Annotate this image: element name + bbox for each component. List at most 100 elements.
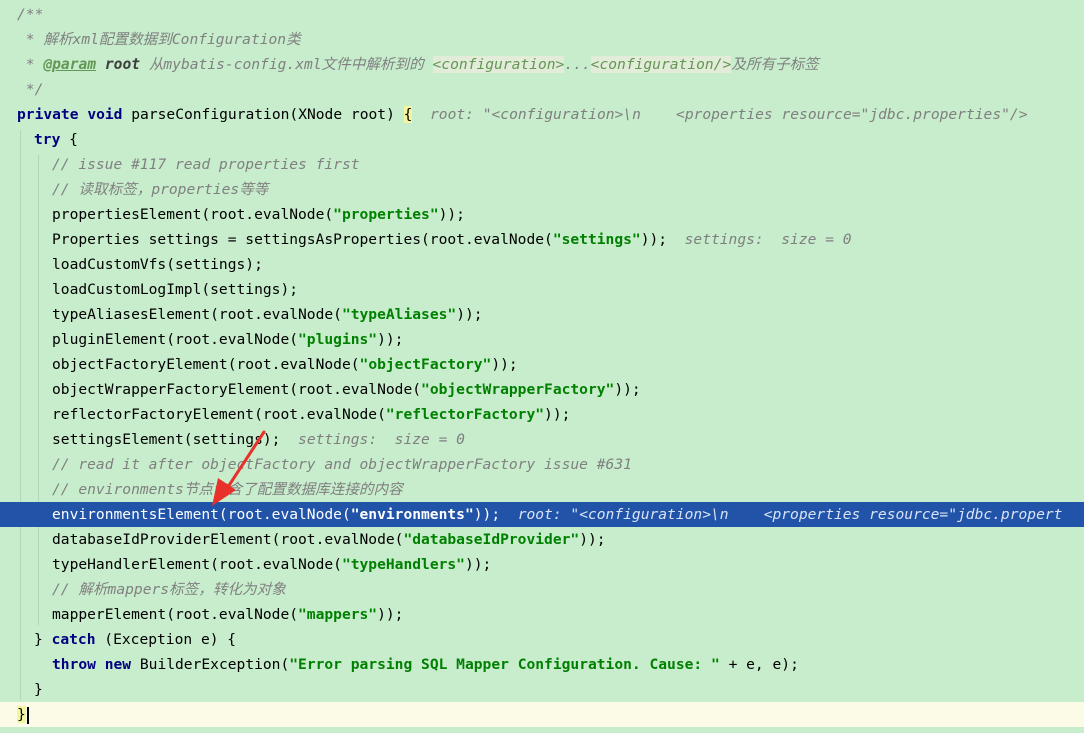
code-text: settingsElement(settings); [52,431,281,448]
code-line[interactable]: try { [0,127,1084,152]
code-editor[interactable]: /** * 解析xml配置数据到Configuration类 * @param … [0,0,1084,733]
code-text: Properties settings = settingsAsProperti… [52,231,553,248]
code-line[interactable]: /** [0,2,1084,27]
code-text: + e, e); [719,656,799,673]
code-line[interactable]: // read it after objectFactory and objec… [0,452,1084,477]
doc-tag-configuration-close: <configuration/> [590,56,732,73]
code-line[interactable]: databaseIdProviderElement(root.evalNode(… [0,527,1084,552]
code-text: } [34,681,43,698]
doc-param-text: 从mybatis-config.xml文件中解析到的 [140,56,433,73]
code-text: databaseIdProviderElement(root.evalNode( [52,531,404,548]
code-text: environmentsElement(root.evalNode( [52,506,351,523]
code-text: )); [377,606,404,623]
line-comment: // 解析mappers标签，转化为对象 [52,581,286,598]
code-line[interactable]: propertiesElement(root.evalNode("propert… [0,202,1084,227]
method-signature: parseConfiguration(XNode root) [131,106,404,123]
code-text: typeHandlerElement(root.evalNode( [52,556,342,573]
code-line[interactable]: settingsElement(settings); settings: siz… [0,427,1084,452]
code-text: )); [614,381,641,398]
code-line[interactable]: // environments节点包含了配置数据库连接的内容 [0,477,1084,502]
code-line[interactable]: * @param root 从mybatis-config.xml文件中解析到的… [0,52,1084,77]
code-text: )); [640,231,668,248]
code-text: )); [377,331,404,348]
code-line-method-signature[interactable]: private void parseConfiguration(XNode ro… [0,102,1084,127]
code-line[interactable]: } [0,677,1084,702]
keyword-throw: throw [52,656,96,673]
string-literal: "Error parsing SQL Mapper Configuration.… [289,656,720,673]
keyword-catch: catch [51,631,96,648]
code-line[interactable]: objectFactoryElement(root.evalNode("obje… [0,352,1084,377]
doc-comment-prefix: * [17,31,44,48]
keyword-private: private [17,106,79,123]
code-text: )); [438,206,465,223]
code-text: { [60,131,78,148]
code-text: loadCustomVfs(settings); [52,256,263,273]
string-literal: "typeAliases" [341,306,457,323]
doc-tag-configuration-open: <configuration> [432,56,565,73]
code-line[interactable]: // 读取标签，properties等等 [0,177,1084,202]
code-line[interactable]: } catch (Exception e) { [0,627,1084,652]
close-brace-highlight: } [17,706,26,723]
open-brace-highlight: { [403,106,413,123]
code-text: reflectorFactoryElement(root.evalNode( [52,406,386,423]
code-text: )); [473,506,501,523]
code-line[interactable]: pluginElement(root.evalNode("plugins")); [0,327,1084,352]
doc-ellipsis: ... [564,56,591,73]
doc-comment-prefix: * [17,56,44,73]
debug-inline-value-root: root: "<configuration>\n <properties res… [517,506,1063,523]
code-text: )); [544,406,571,423]
debug-inline-value-root: root: "<configuration>\n <properties res… [430,106,1028,123]
line-comment: // read it after objectFactory and objec… [52,456,632,473]
debug-inline-value-settings: settings: size = 0 [684,231,852,248]
code-text: (Exception e) { [95,631,237,648]
string-literal: "properties" [333,206,439,223]
code-line[interactable]: * 解析xml配置数据到Configuration类 [0,27,1084,52]
code-line[interactable]: typeAliasesElement(root.evalNode("typeAl… [0,302,1084,327]
string-literal: "environments" [350,506,474,523]
code-text: propertiesElement(root.evalNode( [52,206,334,223]
code-text: objectFactoryElement(root.evalNode( [52,356,360,373]
line-comment: // issue #117 read properties first [52,156,360,173]
code-text: pluginElement(root.evalNode( [52,331,299,348]
code-line[interactable]: throw new BuilderException("Error parsin… [0,652,1084,677]
code-line[interactable]: loadCustomLogImpl(settings); [0,277,1084,302]
string-literal: "mappers" [298,606,378,623]
code-line[interactable]: // 解析mappers标签，转化为对象 [0,577,1084,602]
line-comment: // environments节点包含了配置数据库连接的内容 [52,481,403,498]
string-literal: "objectWrapperFactory" [421,381,615,398]
string-literal: "databaseIdProvider" [403,531,580,548]
doc-param-text-end: 及所有子标签 [731,56,819,73]
string-literal: "settings" [552,231,641,248]
code-text: )); [579,531,606,548]
keyword-try: try [34,131,61,148]
code-text: objectWrapperFactoryElement(root.evalNod… [52,381,422,398]
code-text: )); [491,356,518,373]
doc-comment-text: 解析xml配置数据到Configuration类 [43,31,301,48]
code-text: typeAliasesElement(root.evalNode( [52,306,342,323]
code-line[interactable]: */ [0,77,1084,102]
string-literal: "plugins" [298,331,378,348]
doc-param-tag: @param [43,56,97,73]
code-line[interactable]: // issue #117 read properties first [0,152,1084,177]
code-text: } [34,631,52,648]
code-line[interactable]: typeHandlerElement(root.evalNode("typeHa… [0,552,1084,577]
string-literal: "typeHandlers" [341,556,465,573]
code-line[interactable]: objectWrapperFactoryElement(root.evalNod… [0,377,1084,402]
doc-comment-end: */ [17,81,44,98]
code-text: BuilderException( [131,656,290,673]
text-caret [26,706,29,724]
doc-param-name: root [104,56,141,73]
caret-line[interactable]: } [0,702,1084,727]
debug-inline-value-settings: settings: size = 0 [298,431,465,448]
code-line[interactable]: Properties settings = settingsAsProperti… [0,227,1084,252]
code-line[interactable]: reflectorFactoryElement(root.evalNode("r… [0,402,1084,427]
code-line[interactable]: mapperElement(root.evalNode("mappers")); [0,602,1084,627]
code-text: mapperElement(root.evalNode( [52,606,299,623]
code-text: )); [456,306,483,323]
keyword-new: new [104,656,132,673]
code-text: )); [464,556,492,573]
line-comment: // 读取标签，properties等等 [52,181,269,198]
current-execution-line[interactable]: environmentsElement(root.evalNode("envir… [0,502,1084,527]
code-line[interactable]: loadCustomVfs(settings); [0,252,1084,277]
string-literal: "reflectorFactory" [385,406,545,423]
